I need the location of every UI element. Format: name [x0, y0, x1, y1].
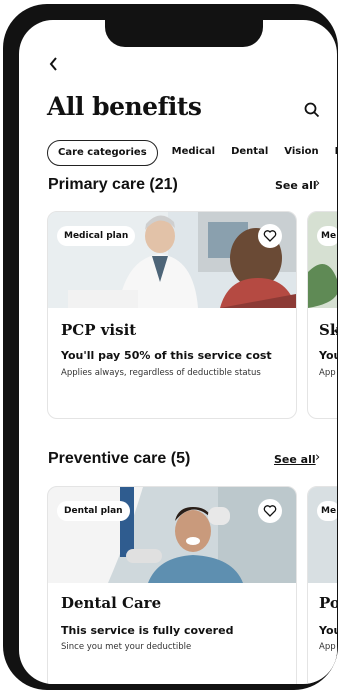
plan-badge: Me	[317, 501, 337, 521]
card-note: Since you met your deductible	[61, 642, 192, 652]
card-cost: You	[319, 624, 337, 637]
card-note: App	[319, 642, 336, 652]
see-all-primary-care[interactable]: See all	[275, 179, 317, 192]
chip-medical[interactable]: Medical	[164, 140, 223, 164]
card-note: Applies always, regardless of deductible…	[61, 368, 261, 378]
chip-dental[interactable]: Dental	[223, 140, 276, 164]
benefit-card-partial[interactable]: Me Po You App	[307, 486, 337, 684]
card-cost: You'll pay 50% of this service cost	[61, 349, 272, 362]
card-title: Dental Care	[61, 594, 162, 612]
chevron-left-icon	[49, 57, 57, 71]
section-title-preventive-care: Preventive care (5)	[48, 450, 191, 467]
benefit-card-partial[interactable]: Me Sk You App	[307, 211, 337, 419]
favorite-button[interactable]	[258, 224, 282, 248]
phone-notch	[105, 20, 263, 47]
back-button[interactable]	[49, 56, 59, 76]
plan-badge: Me	[317, 226, 337, 246]
chip-vision[interactable]: Vision	[276, 140, 326, 164]
benefit-card-dental-care[interactable]: Dental plan Dental Care This service is …	[47, 486, 297, 684]
card-title: Po	[319, 594, 337, 612]
see-all-preventive-care[interactable]: See all	[274, 453, 316, 466]
chip-em[interactable]: Em	[327, 140, 337, 164]
section-title-primary-care: Primary care (21)	[48, 176, 178, 193]
favorite-button[interactable]	[258, 499, 282, 523]
page-title: All benefits	[47, 92, 202, 121]
card-title: PCP visit	[61, 321, 137, 339]
heart-icon	[263, 505, 277, 517]
app-screen: All benefits Care categories Medical Denta…	[19, 20, 337, 684]
phone-frame: All benefits Care categories Medical Denta…	[3, 4, 338, 690]
heart-icon	[263, 230, 277, 242]
category-chips: Care categoriesMedicalDentalVisionEm	[47, 140, 337, 166]
card-cost: This service is fully covered	[61, 624, 234, 637]
card-title: Sk	[319, 321, 337, 339]
plan-badge: Medical plan	[57, 226, 136, 246]
search-icon	[304, 102, 320, 118]
search-button[interactable]	[304, 102, 320, 118]
benefit-card-pcp-visit[interactable]: Medical plan PCP visit You'll pay 50% of…	[47, 211, 297, 419]
card-cost: You	[319, 349, 337, 362]
card-note: App	[319, 368, 336, 378]
chevron-right-icon[interactable]: ›	[315, 176, 320, 191]
plan-badge: Dental plan	[57, 501, 130, 521]
chevron-right-icon[interactable]: ›	[315, 450, 320, 465]
chip-care-categories[interactable]: Care categories	[47, 140, 158, 166]
